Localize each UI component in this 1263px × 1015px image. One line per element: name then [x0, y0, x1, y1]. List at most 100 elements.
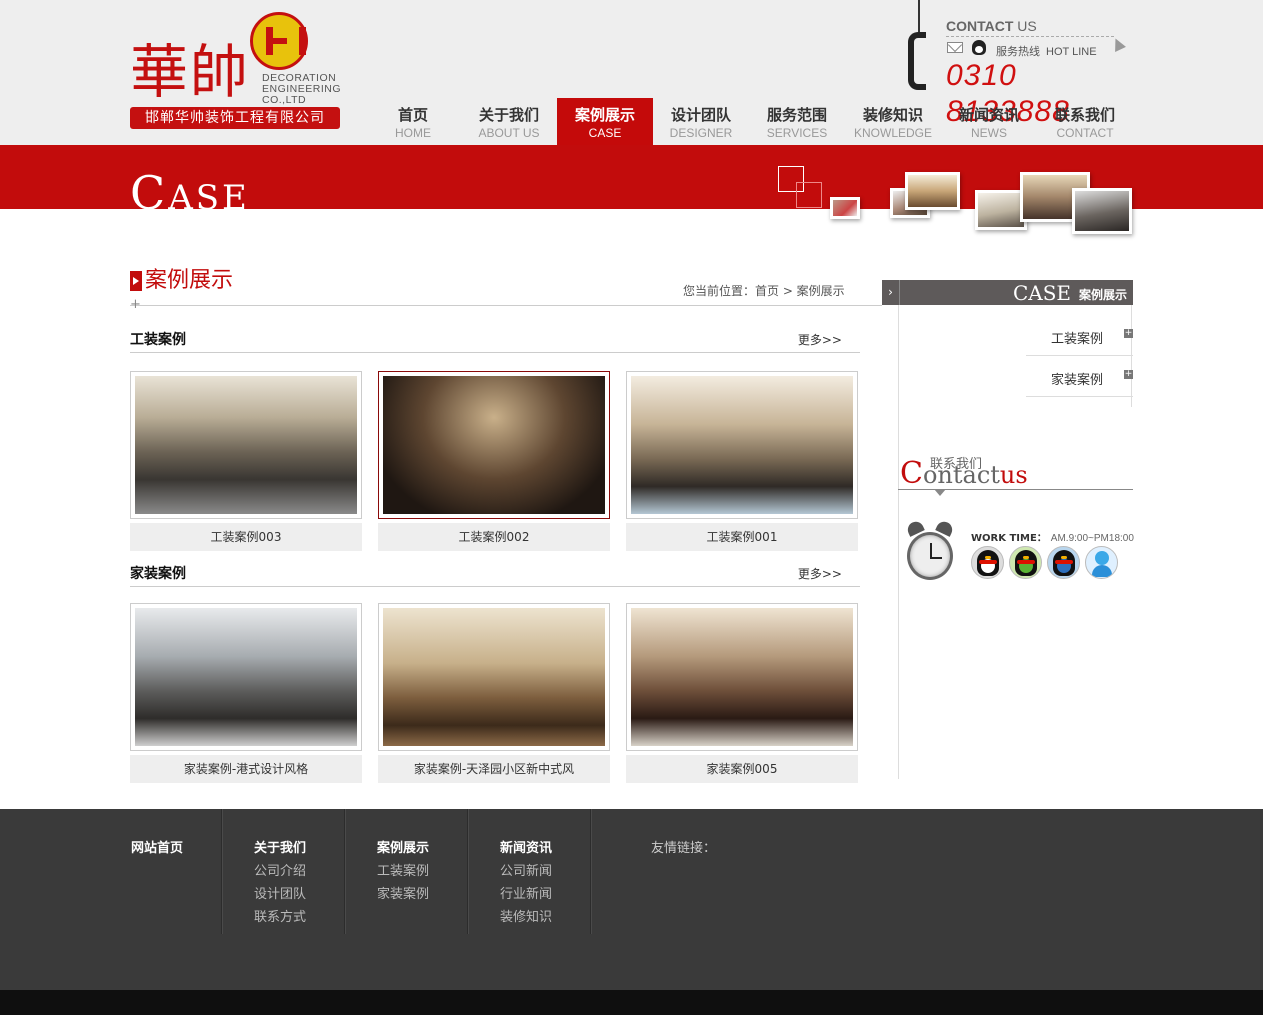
- footer-link[interactable]: 行业新闻: [500, 883, 552, 902]
- mail-icon[interactable]: [947, 42, 963, 53]
- plus-mark: +: [130, 297, 141, 312]
- case-photo: [631, 608, 853, 746]
- footer-link[interactable]: 家装案例: [377, 883, 429, 902]
- case-card[interactable]: 家装案例-港式设计风格: [130, 603, 362, 783]
- pointer-triangle-icon: [934, 489, 946, 496]
- sidebar-header: › CASE 案例展示: [882, 280, 1133, 305]
- sidebar-header-cn: 案例展示: [1078, 288, 1127, 302]
- footer-link[interactable]: 公司新闻: [500, 860, 552, 879]
- contact-en-title: Contactus: [900, 456, 1028, 491]
- footer-link[interactable]: 公司介绍: [254, 860, 306, 879]
- case-caption: 家装案例-天泽园小区新中式风: [378, 755, 610, 783]
- case-caption: 家装案例-港式设计风格: [130, 755, 362, 783]
- section-title: 工装案例: [130, 332, 186, 348]
- banner-deco-square: [796, 182, 822, 208]
- breadcrumb: 您当前位置：首页 > 案例展示: [683, 284, 845, 298]
- more-link[interactable]: 更多>>: [798, 331, 842, 348]
- sidebar-divider: [898, 305, 899, 779]
- footer-heading[interactable]: 关于我们: [254, 837, 306, 856]
- footer-heading[interactable]: 案例展示: [377, 837, 429, 856]
- case-caption: 工装案例003: [130, 523, 362, 551]
- footer-home-link[interactable]: 网站首页: [131, 837, 183, 856]
- nav-knowledge[interactable]: 装修知识 KNOWLEDGE: [845, 98, 941, 145]
- nav-services[interactable]: 服务范围 SERVICES: [749, 98, 845, 145]
- banner-title: CASE: [130, 166, 250, 220]
- case-thumbnail-frame: [626, 371, 858, 519]
- qq-chat-icon[interactable]: [971, 546, 1004, 579]
- hotline-label: 服务热线 HOT LINE: [996, 45, 1097, 58]
- banner-photo: [830, 197, 860, 219]
- nav-case[interactable]: 案例展示 CASE: [557, 98, 653, 145]
- footer-col-news: 新闻资讯 公司新闻 行业新闻 装修知识: [500, 809, 591, 934]
- telephone-icon: [908, 32, 926, 90]
- case-caption: 工装案例002: [378, 523, 610, 551]
- footer-col-about: 关于我们 公司介绍 设计团队 联系方式: [254, 809, 345, 934]
- footer-link[interactable]: 设计团队: [254, 883, 306, 902]
- page-title: 案例展示: [145, 268, 234, 293]
- footer-link[interactable]: 联系方式: [254, 906, 306, 925]
- contact-divider: [946, 36, 1114, 37]
- sidebar-item-commercial[interactable]: 工装案例 +: [1026, 315, 1133, 356]
- case-card[interactable]: 工装案例001: [626, 371, 858, 551]
- footer-link[interactable]: 工装案例: [377, 860, 429, 879]
- logo-chinese-mark: 華帥: [130, 38, 251, 106]
- footer-heading[interactable]: 新闻资讯: [500, 837, 552, 856]
- plus-icon: +: [1124, 369, 1133, 379]
- qq-chat-icon[interactable]: [1047, 546, 1080, 579]
- case-photo: [631, 376, 853, 514]
- main-nav: 首页 HOME 关于我们 ABOUT US 案例展示 CASE 设计团队 DESIGNE…: [365, 98, 1133, 145]
- alarm-clock-icon: [905, 519, 955, 588]
- case-thumbnail-frame: [378, 603, 610, 751]
- nav-home[interactable]: 首页 HOME: [365, 98, 461, 145]
- site-logo[interactable]: 華帥 DECORATION ENGINEERING CO.,LTD 邯郸华帅装饰…: [130, 12, 360, 132]
- case-grid-residential: 家装案例-港式设计风格 家装案例-天泽园小区新中式风 家装案例005: [130, 603, 862, 783]
- footer-col-home: 网站首页: [131, 809, 222, 934]
- section-header-commercial: 工装案例 更多>>: [130, 327, 860, 353]
- case-thumbnail-frame: [130, 603, 362, 751]
- nav-designer[interactable]: 设计团队 DESIGNER: [653, 98, 749, 145]
- case-photo: [383, 376, 605, 514]
- case-card[interactable]: 家装案例005: [626, 603, 858, 783]
- sidebar-item-residential[interactable]: 家装案例 +: [1026, 356, 1133, 397]
- case-caption: 工装案例001: [626, 523, 858, 551]
- case-grid-commercial: 工装案例003 工装案例002 工装案例001: [130, 371, 862, 551]
- case-photo: [135, 608, 357, 746]
- case-thumbnail-frame: [626, 603, 858, 751]
- nav-news[interactable]: 新闻资讯 NEWS: [941, 98, 1037, 145]
- sidebar-item-label: 工装案例: [1051, 332, 1104, 347]
- heading-arrow-icon: [130, 271, 142, 291]
- case-card[interactable]: 工装案例002: [378, 371, 610, 551]
- nav-about[interactable]: 关于我们 ABOUT US: [461, 98, 557, 145]
- plus-icon: +: [1124, 328, 1133, 338]
- work-time: WORK TIME： AM.9:00~PM18:00: [971, 533, 1134, 544]
- footer-col-case: 案例展示 工装案例 家装案例: [377, 809, 468, 934]
- logo-emblem-icon: [250, 12, 308, 70]
- banner-photo-collage: [770, 160, 1140, 240]
- qq-chat-icon[interactable]: [1009, 546, 1042, 579]
- more-link[interactable]: 更多>>: [798, 565, 842, 582]
- banner-photo: [1072, 188, 1132, 234]
- qq-icon[interactable]: [972, 40, 986, 55]
- logo-english-text: DECORATION ENGINEERING CO.,LTD: [262, 72, 342, 106]
- footer-bottom-bar: [0, 990, 1263, 1015]
- case-card[interactable]: 工装案例003: [130, 371, 362, 551]
- heading-divider: [130, 305, 882, 306]
- friend-links-label: 友情链接：: [651, 841, 717, 856]
- section-header-residential: 家装案例 更多>>: [130, 561, 860, 587]
- chevron-right-icon: ›: [882, 280, 900, 305]
- footer-link[interactable]: 装修知识: [500, 906, 552, 925]
- company-name-badge: 邯郸华帅装饰工程有限公司: [130, 107, 340, 129]
- case-thumbnail-frame: [130, 371, 362, 519]
- contact-section-header: 联系我们 Contactus: [898, 448, 1133, 498]
- sidebar-item-label: 家装案例: [1051, 373, 1104, 388]
- case-photo: [135, 376, 357, 514]
- nav-contact[interactable]: 联系我们 CONTACT: [1037, 98, 1133, 145]
- case-photo: [383, 608, 605, 746]
- banner-photo: [905, 172, 960, 210]
- case-thumbnail-frame: [378, 371, 610, 519]
- cursor-arrow-icon: [1110, 36, 1126, 52]
- case-caption: 家装案例005: [626, 755, 858, 783]
- contact-us-title: CONTACT US: [946, 18, 1037, 34]
- case-card[interactable]: 家装案例-天泽园小区新中式风: [378, 603, 610, 783]
- msn-chat-icon[interactable]: [1085, 546, 1118, 579]
